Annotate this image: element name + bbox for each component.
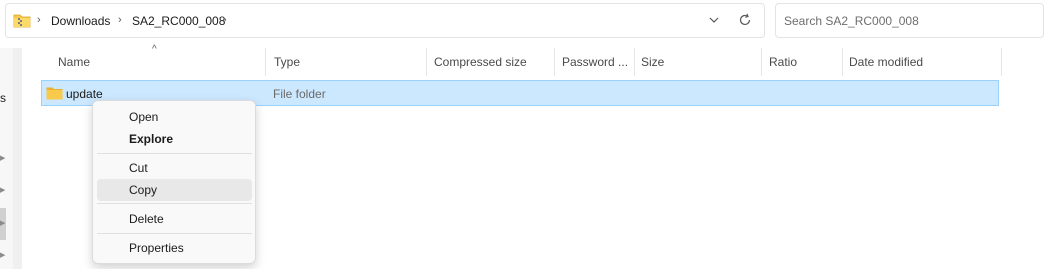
- breadcrumb-downloads[interactable]: Downloads: [51, 14, 110, 28]
- file-explorer-window: › Downloads › SA2_RC000_008 › s ▶ ▶ ▶ ▶ …: [0, 0, 1044, 269]
- file-name[interactable]: update: [66, 87, 103, 101]
- refresh-icon[interactable]: [737, 12, 753, 28]
- folder-icon: [46, 87, 63, 100]
- column-divider[interactable]: [842, 48, 843, 76]
- column-header-name[interactable]: Name: [58, 48, 265, 76]
- column-header-compressed-size[interactable]: Compressed size: [434, 48, 552, 76]
- address-bar[interactable]: › Downloads › SA2_RC000_008 ›: [5, 3, 765, 38]
- file-type: File folder: [273, 87, 326, 101]
- column-header-date-modified[interactable]: Date modified: [849, 48, 999, 76]
- search-box[interactable]: [775, 3, 1044, 38]
- breadcrumb-separator-icon: ›: [37, 14, 41, 26]
- menu-item-copy[interactable]: Copy: [97, 179, 252, 201]
- column-header-ratio[interactable]: Ratio: [769, 48, 841, 76]
- chevron-right-icon[interactable]: ▶: [0, 220, 6, 228]
- nav-scrollbar[interactable]: [13, 48, 22, 269]
- column-divider[interactable]: [1001, 48, 1002, 76]
- chevron-down-icon[interactable]: [706, 12, 722, 28]
- context-menu: Open Explore Cut Copy Delete Properties: [92, 100, 256, 264]
- column-header-size[interactable]: Size: [641, 48, 759, 76]
- column-header-type[interactable]: Type: [274, 48, 424, 76]
- menu-separator: [97, 233, 252, 234]
- column-divider[interactable]: [426, 48, 427, 76]
- nav-item-label[interactable]: s: [0, 91, 6, 105]
- breadcrumb-current-folder[interactable]: SA2_RC000_008: [132, 14, 225, 28]
- column-divider[interactable]: [761, 48, 762, 76]
- menu-item-delete[interactable]: Delete: [97, 208, 252, 230]
- breadcrumb-separator-icon[interactable]: ›: [223, 14, 227, 26]
- column-divider[interactable]: [634, 48, 635, 76]
- zip-folder-icon: [13, 14, 31, 28]
- column-divider[interactable]: [265, 48, 266, 76]
- chevron-right-icon[interactable]: ▶: [0, 187, 6, 195]
- search-input[interactable]: [784, 13, 1034, 29]
- menu-separator: [97, 153, 252, 154]
- menu-item-cut[interactable]: Cut: [97, 157, 252, 179]
- menu-separator: [97, 203, 252, 204]
- menu-item-open[interactable]: Open: [97, 106, 252, 128]
- column-header-password[interactable]: Password ...: [562, 48, 634, 76]
- chevron-right-icon[interactable]: ▶: [0, 155, 6, 163]
- breadcrumb-separator-icon: ›: [118, 14, 122, 26]
- menu-item-properties[interactable]: Properties: [97, 237, 252, 259]
- chevron-right-icon[interactable]: ▶: [0, 252, 6, 260]
- menu-item-explore[interactable]: Explore: [97, 128, 252, 150]
- column-divider[interactable]: [554, 48, 555, 76]
